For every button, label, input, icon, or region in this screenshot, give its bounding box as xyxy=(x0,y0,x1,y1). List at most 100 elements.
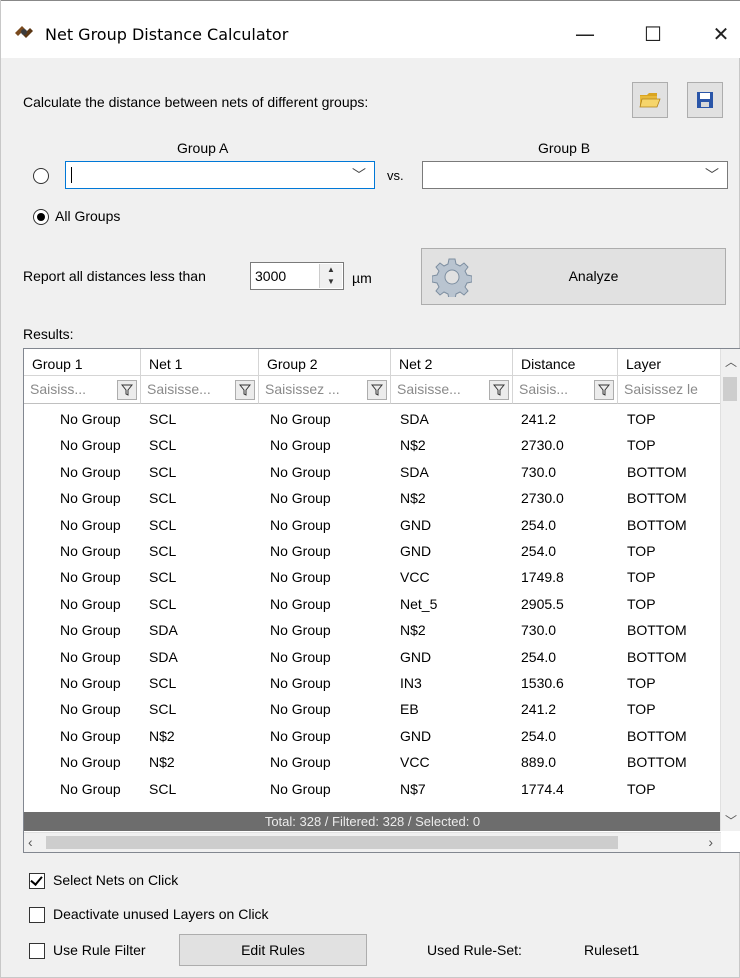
description-text: Calculate the distance between nets of d… xyxy=(23,94,369,110)
threshold-value: 3000 xyxy=(255,268,287,284)
group-a-combobox[interactable]: ﹀ xyxy=(65,161,375,189)
column-header-net2[interactable]: Net 2 xyxy=(391,349,513,376)
analyze-button[interactable]: Analyze xyxy=(421,248,726,305)
cell-distance: 254.0 xyxy=(521,543,557,559)
cell-group1: No Group xyxy=(60,516,121,533)
filter-icon[interactable] xyxy=(594,380,614,400)
scroll-thumb[interactable] xyxy=(46,836,618,849)
cell-group1: No Group xyxy=(60,648,121,665)
table-row[interactable]: No Group SDA No Group GND 254.0 BOTTOM xyxy=(24,645,740,670)
cell-layer: BOTTOM xyxy=(627,727,687,744)
cell-net2: VCC xyxy=(400,754,430,771)
chevron-down-icon[interactable]: ﹀ xyxy=(725,812,737,829)
cell-distance: 241.2 xyxy=(521,701,557,718)
single-groups-radio[interactable] xyxy=(33,168,49,184)
filter-icon[interactable] xyxy=(117,380,137,400)
cell-group2: No Group xyxy=(270,463,331,480)
table-row[interactable]: No Group N$2 No Group VCC 889.0 BOTTOM xyxy=(24,750,740,775)
filter-input-layer[interactable]: Saisissez le xyxy=(618,376,721,404)
open-button[interactable] xyxy=(632,82,668,118)
cell-distance: 254.0 xyxy=(521,648,557,665)
text-caret xyxy=(71,167,72,183)
cell-layer: BOTTOM xyxy=(627,648,687,665)
cell-distance: 730.0 xyxy=(521,463,557,480)
cell-distance: 730.0 xyxy=(521,622,557,639)
cell-distance: 2730.0 xyxy=(521,437,564,454)
chevron-left-icon[interactable]: ‹ xyxy=(28,834,33,850)
cell-net1: SCL xyxy=(149,411,177,427)
cell-net2: SDA xyxy=(400,411,429,427)
all-groups-radio[interactable] xyxy=(33,209,49,225)
table-row[interactable]: No Group SCL No Group GND 254.0 BOTTOM xyxy=(24,513,740,538)
filter-input-net2[interactable]: Saisisse... xyxy=(391,376,513,404)
cell-net1: SCL xyxy=(149,543,177,559)
cell-group1: No Group xyxy=(60,701,121,718)
filter-icon[interactable] xyxy=(235,380,255,400)
table-row[interactable]: No Group SCL No Group GND 254.0 TOP xyxy=(24,539,740,564)
filter-icon[interactable] xyxy=(367,380,387,400)
chevron-right-icon[interactable]: › xyxy=(708,834,713,850)
deactivate-layers-checkbox[interactable] xyxy=(29,907,45,923)
column-header-group1[interactable]: Group 1 xyxy=(24,349,141,376)
grid-header: Group 1 Net 1 Group 2 Net 2 Distance Lay… xyxy=(24,349,740,376)
table-row[interactable]: No Group SCL No Group N$2 2730.0 TOP xyxy=(24,433,740,458)
filter-input-group2[interactable]: Saisissez ... xyxy=(259,376,391,404)
filter-input-distance[interactable]: Saisis... xyxy=(513,376,618,404)
use-rule-filter-checkbox[interactable] xyxy=(29,943,45,959)
cell-group2: No Group xyxy=(270,780,331,797)
table-row[interactable]: No Group SCL No Group N$7 1774.4 TOP xyxy=(24,777,740,802)
maximize-button[interactable]: ☐ xyxy=(633,19,673,49)
cell-group2: No Group xyxy=(270,622,331,639)
cell-group1: No Group xyxy=(60,490,121,507)
close-button[interactable]: ✕ xyxy=(701,19,740,49)
table-row[interactable]: No Group SCL No Group IN3 1530.6 TOP xyxy=(24,671,740,696)
horizontal-scrollbar[interactable]: ‹ › xyxy=(24,832,721,852)
table-row[interactable]: No Group SCL No Group VCC 1749.8 TOP xyxy=(24,565,740,590)
cell-layer: TOP xyxy=(627,569,656,586)
group-a-label: Group A xyxy=(177,140,229,156)
vertical-scrollbar[interactable]: ︿ ﹀ xyxy=(720,349,740,831)
results-label: Results: xyxy=(23,326,74,342)
column-header-distance[interactable]: Distance xyxy=(513,349,618,376)
cell-layer: TOP xyxy=(627,595,656,612)
filter-input-net1[interactable]: Saisisse... xyxy=(141,376,259,404)
cell-net2: N$2 xyxy=(400,490,426,507)
cell-group2: No Group xyxy=(270,569,331,586)
results-grid[interactable]: Group 1 Net 1 Group 2 Net 2 Distance Lay… xyxy=(23,348,740,853)
cell-net2: IN3 xyxy=(400,675,422,691)
cell-net1: N$2 xyxy=(149,727,175,744)
cell-net2: GND xyxy=(400,543,432,559)
cell-distance: 889.0 xyxy=(521,754,557,771)
table-row[interactable]: No Group N$2 No Group GND 254.0 BOTTOM xyxy=(24,724,740,749)
cell-layer: TOP xyxy=(627,701,656,718)
save-button[interactable] xyxy=(687,82,723,118)
table-row[interactable]: No Group SCL No Group Net_5 2905.5 TOP xyxy=(24,592,740,617)
edit-rules-button[interactable]: Edit Rules xyxy=(179,934,367,966)
threshold-spinbox[interactable]: 3000 ▲ ▼ xyxy=(250,262,344,290)
cell-layer: BOTTOM xyxy=(627,490,687,507)
column-header-net1[interactable]: Net 1 xyxy=(141,349,259,376)
column-header-layer[interactable]: Layer xyxy=(618,349,721,376)
minimize-button[interactable]: — xyxy=(565,19,605,49)
cell-group1: No Group xyxy=(60,675,121,691)
chevron-up-icon[interactable]: ︿ xyxy=(725,353,737,370)
select-nets-checkbox[interactable] xyxy=(29,873,45,889)
scroll-thumb[interactable] xyxy=(723,377,737,401)
group-b-combobox[interactable]: ﹀ xyxy=(422,161,728,189)
column-header-group2[interactable]: Group 2 xyxy=(259,349,391,376)
table-row[interactable]: No Group SCL No Group EB 241.2 TOP xyxy=(24,697,740,722)
cell-distance: 1774.4 xyxy=(521,780,564,797)
cell-net2: VCC xyxy=(400,569,430,586)
all-groups-label: All Groups xyxy=(55,208,121,224)
table-row[interactable]: No Group SCL No Group N$2 2730.0 BOTTOM xyxy=(24,486,740,511)
table-row[interactable]: No Group SDA No Group N$2 730.0 BOTTOM xyxy=(24,618,740,643)
cell-net1: SCL xyxy=(149,437,177,454)
table-row[interactable]: No Group SCL No Group SDA 730.0 BOTTOM xyxy=(24,460,740,485)
filter-input-group1[interactable]: Saisiss... xyxy=(24,376,141,404)
cell-layer: TOP xyxy=(627,780,656,797)
cell-net1: SCL xyxy=(149,516,177,533)
vs-label: vs. xyxy=(387,168,404,183)
table-row[interactable]: No Group SCL No Group SDA 241.2 TOP xyxy=(24,407,740,432)
filter-icon[interactable] xyxy=(489,380,509,400)
spin-arrows-icon[interactable]: ▲ ▼ xyxy=(319,264,342,288)
